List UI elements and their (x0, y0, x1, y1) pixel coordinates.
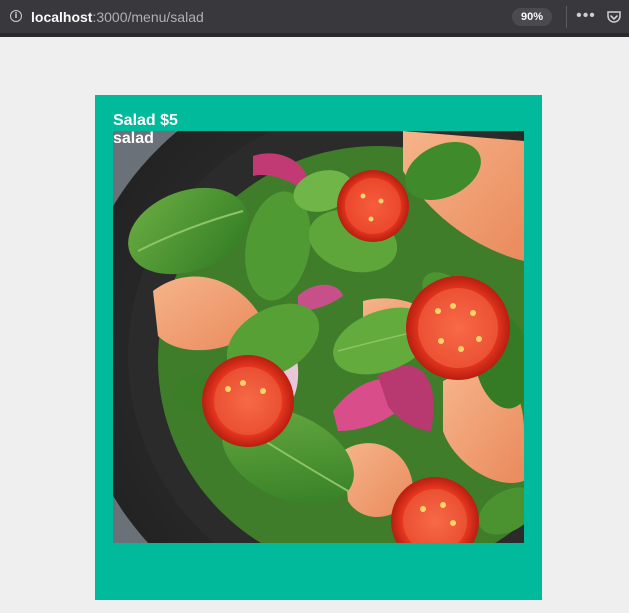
info-icon[interactable]: i (10, 10, 22, 22)
url-host: localhost (31, 9, 93, 25)
more-icon[interactable]: ••• (576, 8, 596, 26)
browser-toolbar: i localhost:3000/menu/salad 90% ••• (0, 0, 629, 34)
url-bar[interactable]: localhost:3000/menu/salad (31, 8, 204, 26)
menu-item-title: Salad $5 (113, 112, 178, 129)
zoom-level-badge[interactable]: 90% (512, 8, 552, 26)
salad-image (113, 131, 524, 543)
toolbar-bottom-border (0, 34, 629, 37)
pocket-icon[interactable] (606, 9, 622, 25)
toolbar-divider (566, 6, 567, 28)
url-path: :3000/menu/salad (92, 9, 204, 25)
menu-item-category: salad (113, 130, 154, 147)
